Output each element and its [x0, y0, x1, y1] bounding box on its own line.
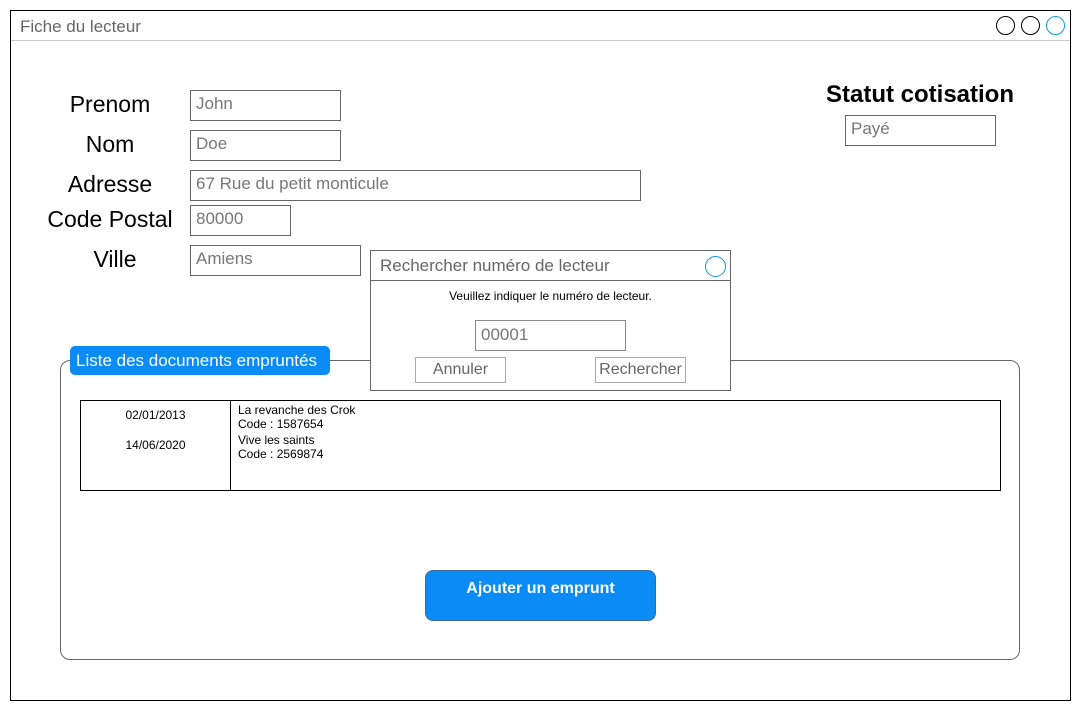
code-postal-field[interactable]: 80000	[190, 205, 291, 236]
table-row-title[interactable]: La revanche des Crok	[238, 403, 355, 417]
ville-label: Ville	[93, 246, 137, 272]
cotisation-field[interactable]: Payé	[845, 115, 996, 146]
cancel-button[interactable]: Annuler	[415, 357, 506, 383]
maximize-button[interactable]	[1021, 16, 1040, 35]
cotisation-heading: Statut cotisation	[826, 81, 1015, 108]
table-row-code: Code : 1587654	[238, 417, 324, 431]
adresse-label: Adresse	[67, 171, 153, 197]
adresse-field[interactable]: 67 Rue du petit monticule	[190, 170, 641, 201]
title-bar: Fiche du lecteur	[11, 11, 1070, 41]
ville-field[interactable]: Amiens	[190, 245, 361, 276]
code-postal-label: Code Postal	[47, 206, 173, 232]
search-reader-dialog: Rechercher numéro de lecteur Veuillez in…	[370, 250, 731, 391]
documents-table: 02/01/2013 La revanche des Crok Code : 1…	[80, 400, 1001, 491]
nom-field[interactable]: Doe	[190, 130, 341, 161]
documents-tab[interactable]: Liste des documents empruntés	[70, 346, 330, 375]
table-row-title[interactable]: Vive les saints	[238, 433, 314, 447]
table-column-divider	[230, 401, 231, 490]
nom-label: Nom	[85, 131, 135, 157]
prenom-label: Prenom	[69, 91, 151, 117]
dialog-close-button[interactable]	[705, 256, 726, 277]
search-button[interactable]: Rechercher	[595, 357, 686, 383]
reader-number-input[interactable]: 00001	[475, 320, 626, 351]
dialog-message: Veuillez indiquer le numéro de lecteur.	[449, 289, 652, 303]
prenom-field[interactable]: John	[190, 90, 341, 121]
table-row-code: Code : 2569874	[238, 447, 324, 461]
dialog-title-bar: Rechercher numéro de lecteur	[371, 251, 730, 281]
window-title: Fiche du lecteur	[20, 17, 141, 36]
add-loan-button[interactable]: Ajouter un emprunt	[425, 570, 656, 621]
table-row-date: 14/06/2020	[125, 438, 186, 452]
close-button[interactable]	[1046, 16, 1065, 35]
minimize-button[interactable]	[996, 16, 1015, 35]
table-row-date: 02/01/2013	[125, 408, 186, 422]
dialog-title: Rechercher numéro de lecteur	[380, 256, 610, 275]
